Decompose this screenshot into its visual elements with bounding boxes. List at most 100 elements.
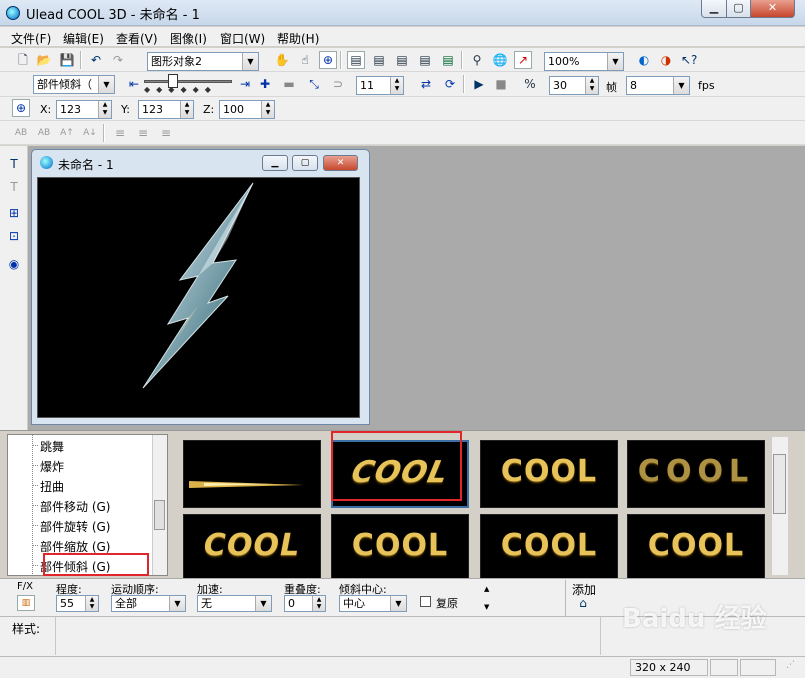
reverse-icon[interactable]: ⊃: [329, 75, 347, 93]
tree-scrollbar-thumb[interactable]: [154, 500, 165, 530]
layout-icon-1[interactable]: ▤: [347, 51, 365, 69]
menu-image[interactable]: 图像(I): [170, 30, 207, 47]
menu-window[interactable]: 窗口(W): [220, 30, 265, 47]
play-icon[interactable]: ▶: [470, 75, 488, 93]
timeline-slider-track[interactable]: [144, 80, 232, 83]
insert-graphic-icon[interactable]: ⊞: [5, 204, 23, 222]
percent-icon[interactable]: %: [521, 75, 539, 93]
minimize-button[interactable]: ▁: [701, 0, 727, 18]
edit-text-icon[interactable]: T: [5, 178, 23, 196]
doc-minimize-button[interactable]: ▁: [262, 155, 288, 171]
streak-graphic: [189, 481, 304, 488]
spin-arrows-icon[interactable]: ▲ ▼: [85, 596, 98, 611]
spin-arrows-icon[interactable]: ▲ ▼: [585, 77, 598, 94]
rotate-hand-icon[interactable]: ☝: [296, 51, 314, 69]
menu-view[interactable]: 查看(V): [116, 30, 158, 47]
new-file-icon[interactable]: 🗋: [14, 51, 32, 69]
fx-toggle-icon[interactable]: ▥: [17, 595, 35, 611]
y-field[interactable]: 123 ▲ ▼: [138, 100, 194, 119]
frames-combo[interactable]: 8 ▼: [626, 76, 690, 95]
position-mode-icon[interactable]: ⊕: [12, 99, 30, 117]
degree-field[interactable]: 55 ▲ ▼: [56, 595, 99, 612]
align-left-icon[interactable]: ≡: [111, 124, 129, 142]
chart-icon[interactable]: ↗: [514, 51, 532, 69]
save-icon[interactable]: 💾: [58, 51, 76, 69]
align-center-icon[interactable]: ≡: [134, 124, 152, 142]
char-spacing-wide-icon[interactable]: AB: [35, 124, 53, 142]
keyframe-markers[interactable]: ◆◆◆◆◆◆: [144, 86, 232, 94]
restore-checkbox[interactable]: [420, 596, 431, 607]
fps-field[interactable]: 30 ▲ ▼: [549, 76, 599, 95]
loop-icon[interactable]: ⇄: [417, 75, 435, 93]
gallery-thumb[interactable]: COOL: [480, 440, 618, 508]
maximize-button[interactable]: ▢: [726, 0, 751, 18]
hand-icon[interactable]: ✋: [273, 51, 291, 69]
doc-maximize-button[interactable]: ▢: [292, 155, 318, 171]
options-scroll-arrows[interactable]: ▲ ▼: [484, 585, 489, 612]
stop-icon[interactable]: ■: [492, 75, 510, 93]
edit-graphic-icon[interactable]: ⊡: [5, 227, 23, 245]
link-icon[interactable]: ⚲: [468, 51, 486, 69]
gallery-thumb[interactable]: COOL: [627, 440, 765, 508]
menu-edit[interactable]: 编辑(E): [63, 30, 104, 47]
open-folder-icon[interactable]: 📂: [35, 51, 53, 69]
undo-icon[interactable]: ↶: [87, 51, 105, 69]
acceleration-combo[interactable]: 无 ▼: [197, 595, 272, 612]
help-pointer-icon[interactable]: ↖?: [680, 51, 698, 69]
motion-order-combo[interactable]: 全部 ▼: [111, 595, 186, 612]
spin-arrows-icon[interactable]: ▲ ▼: [261, 101, 274, 118]
gallery-thumb[interactable]: COOL: [183, 514, 321, 582]
resize-grip-icon[interactable]: ⋰: [786, 661, 800, 676]
x-field[interactable]: 123 ▲ ▼: [56, 100, 112, 119]
plugin-icon[interactable]: ◑: [657, 51, 675, 69]
spin-arrows-icon[interactable]: ▲ ▼: [98, 101, 111, 118]
insert-text-icon[interactable]: T: [5, 155, 23, 173]
layout-icon-2[interactable]: ▤: [370, 51, 388, 69]
gallery-thumb[interactable]: COOL: [331, 514, 469, 582]
tree-item-twist[interactable]: 扭曲: [40, 478, 64, 495]
layout-icon-4[interactable]: ▤: [416, 51, 434, 69]
tree-item-part-rotate[interactable]: 部件旋转 (G): [40, 518, 110, 535]
baseline-up-icon[interactable]: A↑: [58, 124, 76, 142]
baseline-down-icon[interactable]: A↓: [81, 124, 99, 142]
pingpong-icon[interactable]: ⟳: [441, 75, 459, 93]
current-frame-field[interactable]: 11 ▲ ▼: [356, 76, 404, 95]
tree-item-explode[interactable]: 爆炸: [40, 458, 64, 475]
char-spacing-icon[interactable]: AB: [12, 124, 30, 142]
gallery-thumb[interactable]: COOL: [480, 514, 618, 582]
close-button[interactable]: ✕: [750, 0, 795, 18]
first-frame-icon[interactable]: ⇤: [125, 75, 143, 93]
gallery-thumb-streak[interactable]: [183, 440, 321, 508]
tree-item-dance[interactable]: 跳舞: [40, 438, 64, 455]
layout-icon-3[interactable]: ▤: [393, 51, 411, 69]
add-to-library-icon[interactable]: ⌂: [574, 595, 592, 611]
thumb-text: COOL: [647, 528, 745, 563]
last-frame-icon[interactable]: ⇥: [236, 75, 254, 93]
effect-combo[interactable]: 部件倾斜（ ▼: [33, 75, 115, 94]
spin-arrows-icon[interactable]: ▲ ▼: [312, 596, 325, 611]
menu-help[interactable]: 帮助(H): [277, 30, 319, 47]
doc-close-button[interactable]: ✕: [323, 155, 358, 171]
spin-arrows-icon[interactable]: ▲ ▼: [390, 77, 403, 94]
overlap-field[interactable]: 0 ▲ ▼: [284, 595, 326, 612]
menu-file[interactable]: 文件(F): [11, 30, 51, 47]
z-field[interactable]: 100 ▲ ▼: [219, 100, 275, 119]
align-right-icon[interactable]: ≡: [157, 124, 175, 142]
select-object-icon[interactable]: ⊕: [319, 51, 337, 69]
layout-icon-5[interactable]: ▤: [439, 51, 457, 69]
spin-arrows-icon[interactable]: ▲ ▼: [180, 101, 193, 118]
globe-icon[interactable]: 🌐: [491, 51, 509, 69]
export-icon[interactable]: ◐: [635, 51, 653, 69]
object-combo[interactable]: 图形对象2 ▼: [147, 52, 259, 71]
redo-icon[interactable]: ↷: [109, 51, 127, 69]
render-canvas[interactable]: [37, 177, 360, 418]
tree-item-part-move[interactable]: 部件移动 (G): [40, 498, 110, 515]
zoom-combo[interactable]: 100% ▼: [544, 52, 624, 71]
split-icon[interactable]: ⤡: [305, 75, 323, 93]
gallery-thumb[interactable]: COOL: [627, 514, 765, 582]
gallery-scrollbar-thumb[interactable]: [773, 454, 786, 514]
remove-keyframe-icon[interactable]: ▬: [280, 75, 298, 93]
add-keyframe-icon[interactable]: ✚: [256, 75, 274, 93]
insert-geometry-icon[interactable]: ◉: [5, 255, 23, 273]
skew-center-combo[interactable]: 中心 ▼: [339, 595, 407, 612]
